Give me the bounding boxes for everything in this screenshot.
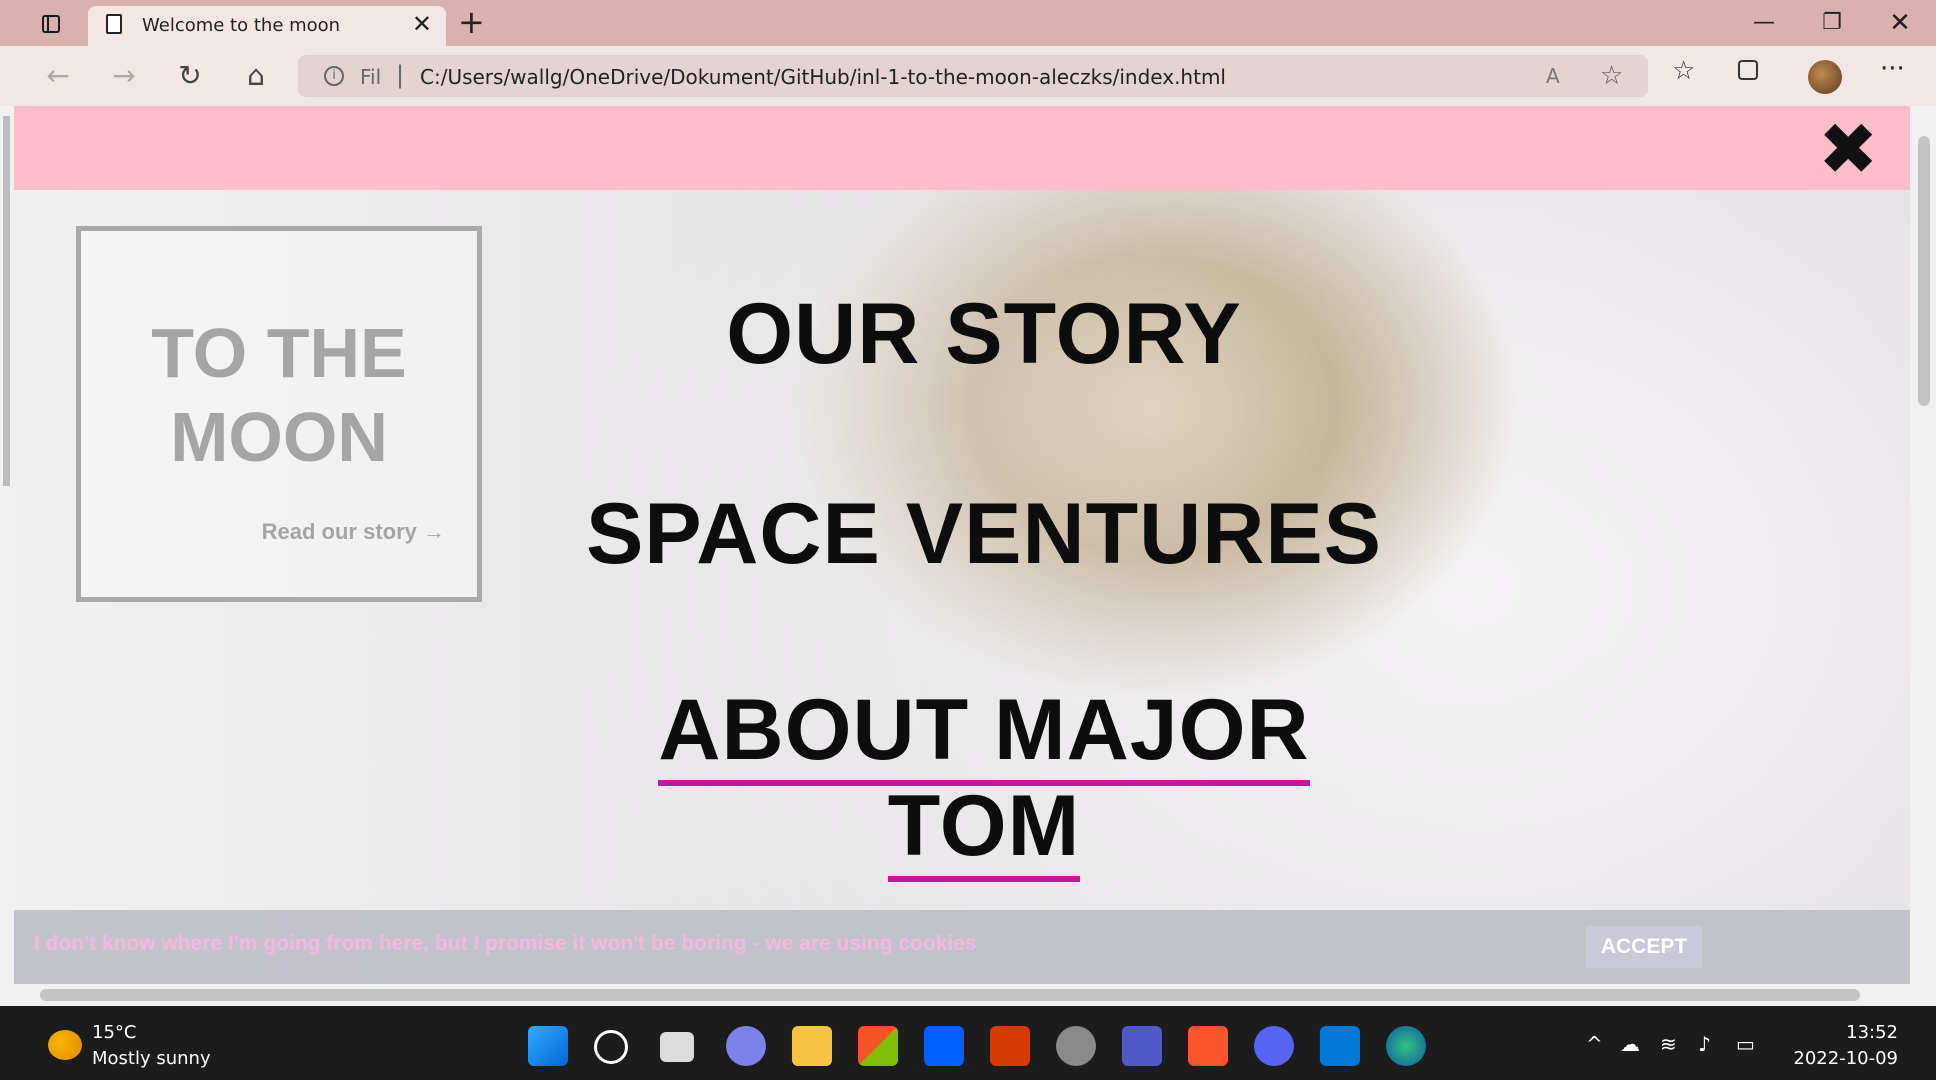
page-icon bbox=[106, 14, 122, 34]
more-icon[interactable]: ··· bbox=[1880, 54, 1905, 84]
profile-avatar[interactable] bbox=[1808, 60, 1842, 94]
horizontal-scroll-thumb[interactable] bbox=[40, 989, 1860, 1001]
vscode-icon[interactable] bbox=[1320, 1026, 1360, 1066]
taskbar: 15°C Mostly sunny ^ ☁ ≋ ♪ ▭ 13:52 2022-1… bbox=[0, 1006, 1936, 1080]
minimize-button[interactable]: — bbox=[1744, 6, 1784, 40]
read-our-story-link[interactable]: Read our story → bbox=[262, 519, 445, 545]
cookie-banner: I don't know where I'm going from here, … bbox=[14, 910, 1910, 984]
hero-title-line2: MOON bbox=[170, 398, 388, 476]
weather-sun-icon[interactable] bbox=[48, 1030, 82, 1060]
info-icon[interactable]: i bbox=[324, 66, 344, 86]
address-bar[interactable]: i Fil | C:/Users/wallg/OneDrive/Dokument… bbox=[298, 55, 1648, 97]
add-favorite-icon[interactable]: ☆ bbox=[1600, 61, 1623, 91]
office-icon[interactable] bbox=[990, 1026, 1030, 1066]
browser-tab-bar: Welcome to the moon ✕ + — ❐ ✕ bbox=[0, 0, 1936, 46]
close-window-button[interactable]: ✕ bbox=[1880, 6, 1920, 40]
close-menu-icon[interactable]: ✖ bbox=[1818, 113, 1878, 185]
tab-actions-icon[interactable] bbox=[36, 10, 66, 38]
cookie-text: I don't know where I'm going from here, … bbox=[34, 932, 977, 955]
wifi-icon[interactable]: ≋ bbox=[1660, 1032, 1677, 1056]
vertical-scrollbar[interactable] bbox=[1910, 106, 1936, 984]
tab-close-icon[interactable]: ✕ bbox=[412, 12, 432, 36]
hero-title-line1: TO THE bbox=[151, 314, 407, 392]
hero-title: TO THE MOON bbox=[81, 311, 477, 479]
file-explorer-icon[interactable] bbox=[792, 1026, 832, 1066]
weather-temperature[interactable]: 15°C bbox=[92, 1022, 136, 1043]
left-scroll-thumb[interactable] bbox=[3, 116, 10, 486]
maximize-button[interactable]: ❐ bbox=[1812, 6, 1852, 40]
discord-icon[interactable] bbox=[1254, 1026, 1294, 1066]
battery-icon[interactable]: ▭ bbox=[1736, 1032, 1755, 1056]
read-aloud-icon[interactable]: A bbox=[1546, 64, 1560, 88]
browser-toolbar: ← → ↻ ⌂ i Fil | C:/Users/wallg/OneDrive/… bbox=[0, 46, 1936, 107]
tray-chevron-icon[interactable]: ^ bbox=[1586, 1032, 1603, 1056]
dropbox-icon[interactable] bbox=[924, 1026, 964, 1066]
microsoft-store-icon[interactable] bbox=[858, 1026, 898, 1066]
address-scheme: Fil bbox=[360, 65, 382, 89]
tab-active[interactable]: Welcome to the moon ✕ bbox=[88, 6, 446, 46]
menu-item-our-story[interactable]: OUR STORY bbox=[574, 286, 1394, 382]
back-icon[interactable]: ← bbox=[38, 58, 78, 94]
left-gutter bbox=[0, 106, 14, 1006]
clock-time[interactable]: 13:52 bbox=[1828, 1022, 1898, 1043]
clock-date[interactable]: 2022-10-09 bbox=[1778, 1048, 1898, 1069]
menu-bar: ✖ bbox=[14, 106, 1910, 190]
task-view-icon[interactable] bbox=[660, 1032, 694, 1062]
settings-icon[interactable] bbox=[1056, 1026, 1096, 1066]
vertical-scroll-thumb[interactable] bbox=[1918, 136, 1930, 406]
teams-chat-icon[interactable] bbox=[726, 1026, 766, 1066]
collections-icon[interactable] bbox=[1738, 60, 1758, 80]
favorites-icon[interactable]: ☆ bbox=[1672, 56, 1695, 86]
edge-icon[interactable] bbox=[1386, 1026, 1426, 1066]
teams-icon[interactable] bbox=[1122, 1026, 1162, 1066]
brave-icon[interactable] bbox=[1188, 1026, 1228, 1066]
home-icon[interactable]: ⌂ bbox=[236, 58, 276, 94]
forward-icon[interactable]: → bbox=[104, 58, 144, 94]
weather-description[interactable]: Mostly sunny bbox=[92, 1048, 211, 1069]
windows-start-icon[interactable] bbox=[528, 1026, 568, 1066]
page-viewport: ✖ TO THE MOON Read our story → OUR STORY… bbox=[14, 106, 1910, 984]
menu-item-about-major-tom[interactable]: ABOUT MAJOR TOM bbox=[574, 682, 1394, 882]
search-icon[interactable] bbox=[594, 1030, 628, 1064]
volume-icon[interactable]: ♪ bbox=[1698, 1032, 1711, 1056]
hero-card: TO THE MOON Read our story → bbox=[76, 226, 482, 602]
address-url[interactable]: C:/Users/wallg/OneDrive/Dokument/GitHub/… bbox=[420, 65, 1226, 89]
new-tab-button[interactable]: + bbox=[458, 4, 485, 40]
onedrive-icon[interactable]: ☁ bbox=[1620, 1032, 1640, 1056]
menu-item-about-label: ABOUT MAJOR TOM bbox=[658, 682, 1310, 882]
menu-item-space-ventures[interactable]: SPACE VENTURES bbox=[574, 486, 1394, 582]
horizontal-scrollbar[interactable] bbox=[14, 984, 1936, 1006]
address-separator: | bbox=[396, 61, 405, 89]
tab-title: Welcome to the moon bbox=[142, 15, 341, 36]
refresh-icon[interactable]: ↻ bbox=[170, 58, 210, 94]
accept-button[interactable]: ACCEPT bbox=[1586, 926, 1702, 968]
